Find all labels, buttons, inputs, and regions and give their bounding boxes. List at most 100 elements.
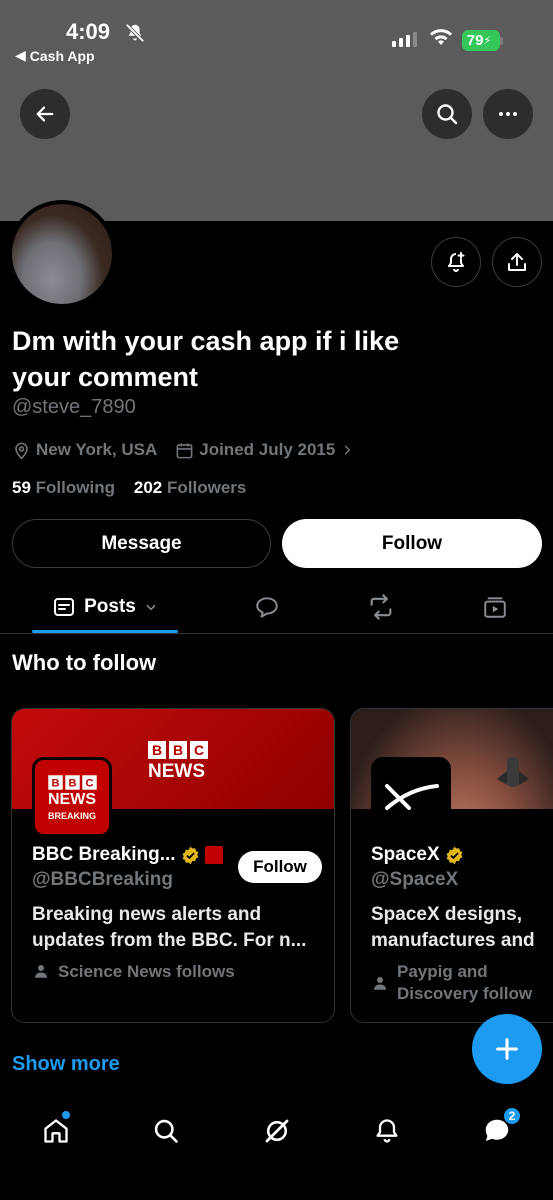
following-link[interactable]: 59 Following <box>12 478 115 497</box>
location-pin-icon <box>15 442 28 460</box>
bbc-letter: B <box>47 774 63 790</box>
more-options-button[interactable] <box>483 89 533 139</box>
wifi-icon <box>430 29 452 45</box>
bbc-letter: C <box>190 741 208 759</box>
location-text: New York, USA <box>36 440 158 459</box>
bbc-affiliate-badge-icon <box>204 846 223 864</box>
bbc-follow-button[interactable]: Follow <box>238 851 322 883</box>
nav-home[interactable] <box>36 1111 76 1151</box>
compose-post-button[interactable] <box>472 1014 542 1084</box>
active-tab-indicator <box>32 630 178 633</box>
bbc-avatar-breaking: BREAKING <box>47 810 96 821</box>
bbc-social-context: Science News follows <box>32 961 235 983</box>
reply-bubble-icon <box>256 596 278 618</box>
social-context-text: Science News follows <box>58 962 235 981</box>
verified-badge-icon <box>446 846 462 864</box>
tab-replies[interactable] <box>240 580 294 633</box>
tab-media[interactable] <box>468 580 522 633</box>
bio-line: manufactures and <box>371 930 535 951</box>
posts-icon <box>54 597 75 616</box>
bell-muted-icon <box>125 23 145 43</box>
tab-posts[interactable]: Posts <box>32 580 178 633</box>
person-icon <box>35 965 47 978</box>
bio-line: Breaking news alerts and <box>32 904 262 925</box>
bbc-card-name: BBC Breaking... <box>32 844 176 865</box>
spacex-card-avatar <box>371 757 451 837</box>
bbc-letter: B <box>169 741 187 759</box>
repost-icon <box>370 593 392 620</box>
nav-search[interactable] <box>146 1111 186 1151</box>
tab-posts-label: Posts <box>84 595 136 617</box>
tab-reposts[interactable] <box>354 580 408 633</box>
spacex-card-handle: @SpaceX <box>371 869 459 890</box>
bbc-banner-logo: B B C NEWS <box>148 741 208 783</box>
bell-icon <box>376 1119 398 1143</box>
search-icon <box>437 104 458 125</box>
verified-badge-icon <box>182 846 198 864</box>
triangle-left-icon: ◀ <box>15 47 26 63</box>
charging-bolt-icon: ⚡ <box>483 35 492 47</box>
chevron-right-icon <box>345 445 351 455</box>
chevron-down-icon <box>146 604 156 610</box>
suggestion-card-spacex[interactable]: SpaceX @SpaceX SpaceX designs, manufactu… <box>350 708 553 1023</box>
bbc-avatar-news: NEWS <box>48 790 96 808</box>
followers-count: 202 <box>133 478 163 497</box>
messages-badge: 2 <box>503 1107 521 1125</box>
search-button[interactable] <box>422 89 472 139</box>
bbc-letter: C <box>81 774 97 790</box>
profile-location: New York, USA <box>12 440 157 460</box>
profile-avatar[interactable] <box>8 200 116 308</box>
social-context-text: Paypig and <box>397 962 488 981</box>
profile-meta: New York, USA Joined July 2015 <box>12 440 372 460</box>
message-button[interactable]: Message <box>12 519 271 568</box>
back-button[interactable] <box>20 89 70 139</box>
follow-button[interactable]: Follow <box>282 519 542 568</box>
more-horizontal-icon <box>499 112 517 116</box>
followers-link[interactable]: 202 Followers <box>134 478 246 497</box>
spacex-card-name: SpaceX <box>371 844 440 865</box>
spacex-social-context: Paypig and Discovery follow <box>371 961 532 1005</box>
bbc-card-name-row: BBC Breaking... <box>32 844 223 866</box>
bbc-banner-news: NEWS <box>148 761 205 782</box>
following-count: 59 <box>12 478 31 497</box>
home-notification-dot <box>62 1111 70 1119</box>
notifications-subscribe-button[interactable] <box>431 237 481 287</box>
followers-label: Followers <box>167 478 247 497</box>
bbc-card-bio: Breaking news alerts and updates from th… <box>32 902 306 954</box>
starship-image <box>497 757 529 787</box>
bbc-card-handle: @BBCBreaking <box>32 869 173 890</box>
share-button[interactable] <box>492 237 542 287</box>
battery-level: 79 <box>466 32 484 49</box>
battery-indicator: 79 ⚡ <box>462 30 500 51</box>
spacex-card-name-row: SpaceX <box>371 844 464 866</box>
person-icon <box>374 977 386 990</box>
profile-display-name: Dm with your cash app if i like your com… <box>12 326 400 392</box>
social-context-text: Discovery follow <box>397 984 533 1003</box>
nav-grok[interactable] <box>257 1111 297 1151</box>
joined-text: Joined July 2015 <box>199 440 336 459</box>
profile-handle: @steve_7890 <box>12 396 136 418</box>
bio-line: updates from the BBC. For n... <box>32 930 307 951</box>
following-label: Following <box>35 478 115 497</box>
follow-stats: 59 Following 202 Followers <box>12 478 246 498</box>
back-to-app-link[interactable]: ◀ Cash App <box>15 47 95 64</box>
nav-messages[interactable]: 2 <box>477 1107 521 1151</box>
home-icon <box>44 1119 68 1143</box>
battery-cap <box>500 37 503 45</box>
bio-line: SpaceX designs, <box>371 904 523 925</box>
video-icon <box>484 596 506 618</box>
grok-icon <box>265 1119 289 1143</box>
nav-notifications[interactable] <box>367 1111 407 1151</box>
bottom-navigation: 2 <box>0 1095 553 1200</box>
suggestion-card-bbc[interactable]: B B C NEWS B B C NEWS BREAKING BBC Break… <box>11 708 335 1023</box>
search-icon <box>154 1119 178 1143</box>
share-icon <box>508 253 526 271</box>
cellular-signal-icon <box>392 32 417 47</box>
profile-joined[interactable]: Joined July 2015 <box>175 440 354 460</box>
spacex-logo-icon <box>385 784 439 810</box>
show-more-link[interactable]: Show more <box>12 1053 120 1076</box>
calendar-icon <box>176 442 193 458</box>
plus-icon <box>496 1038 518 1060</box>
arrow-left-icon <box>36 106 54 122</box>
spacex-card-bio: SpaceX designs, manufactures and <box>371 902 535 954</box>
